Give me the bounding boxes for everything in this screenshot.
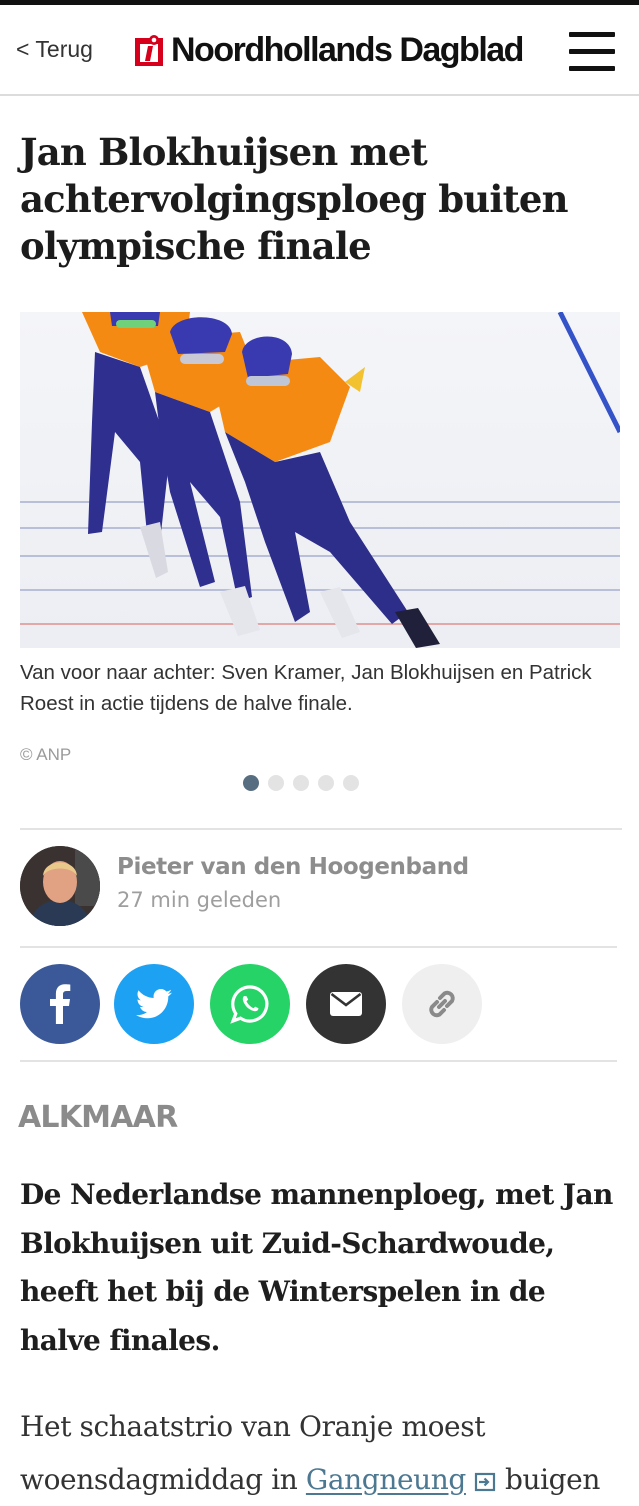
back-button[interactable]: < Terug bbox=[16, 36, 93, 63]
carousel-dot-5[interactable] bbox=[343, 775, 359, 791]
gangneung-link[interactable]: Gangneung bbox=[306, 1463, 466, 1496]
photo-caption: Van voor naar achter: Sven Kramer, Jan B… bbox=[20, 661, 592, 715]
hamburger-menu-icon[interactable] bbox=[569, 32, 615, 72]
dateline-location: ALKMAAR bbox=[18, 1100, 178, 1135]
article-body: Het schaatstrio van Oranje moest woensda… bbox=[20, 1400, 630, 1506]
carousel-dot-3[interactable] bbox=[293, 775, 309, 791]
carousel-dot-2[interactable] bbox=[268, 775, 284, 791]
article-lead: De Nederlandse mannenploeg, met Jan Blok… bbox=[20, 1178, 613, 1357]
share-whatsapp-button[interactable] bbox=[210, 964, 290, 1044]
publish-time: 27 min geleden bbox=[117, 888, 282, 912]
email-icon bbox=[330, 992, 362, 1016]
author-avatar-image bbox=[20, 846, 100, 926]
share-email-button[interactable] bbox=[306, 964, 386, 1044]
carousel-dots bbox=[243, 775, 359, 791]
share-link-button[interactable] bbox=[402, 964, 482, 1044]
divider bbox=[20, 828, 622, 830]
share-facebook-button[interactable] bbox=[20, 964, 100, 1044]
avatar[interactable] bbox=[20, 846, 100, 926]
article-photo[interactable] bbox=[20, 312, 620, 648]
twitter-icon bbox=[136, 989, 172, 1019]
carousel-dot-4[interactable] bbox=[318, 775, 334, 791]
author-name[interactable]: Pieter van den Hoogenband bbox=[117, 854, 469, 880]
site-header: < Terug Noordhollands Dagblad bbox=[0, 5, 639, 96]
speed-skaters-image bbox=[20, 312, 620, 648]
link-icon bbox=[429, 990, 455, 1018]
external-link-icon[interactable] bbox=[474, 1472, 496, 1492]
carousel-dot-1[interactable] bbox=[243, 775, 259, 791]
logo-mark-icon bbox=[135, 35, 163, 66]
whatsapp-icon bbox=[230, 985, 269, 1024]
photo-credit: © ANP bbox=[20, 745, 72, 764]
body-text: buigen bbox=[496, 1463, 600, 1496]
divider bbox=[20, 946, 617, 948]
logo-text: Noordhollands Dagblad bbox=[171, 30, 524, 69]
site-logo[interactable]: Noordhollands Dagblad bbox=[134, 27, 524, 73]
article-headline: Jan Blokhuijsen met achtervolgingsploeg … bbox=[20, 130, 569, 268]
share-twitter-button[interactable] bbox=[114, 964, 194, 1044]
facebook-icon bbox=[50, 984, 71, 1024]
divider bbox=[20, 1060, 617, 1062]
